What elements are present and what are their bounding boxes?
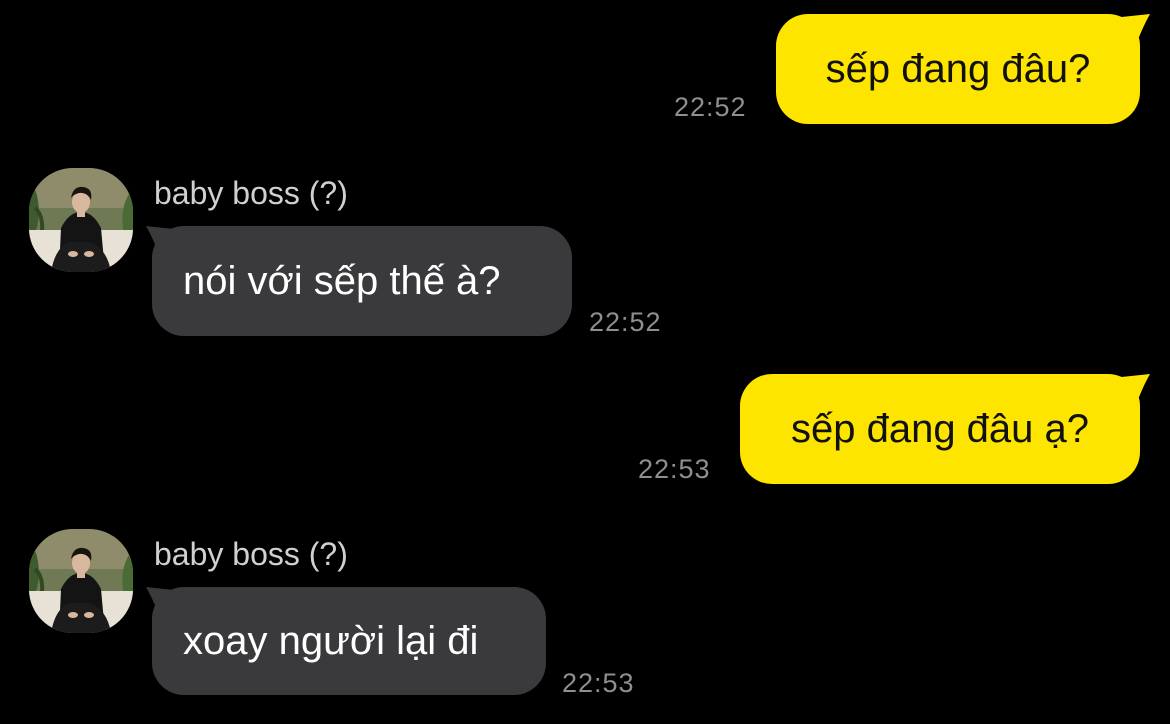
outgoing-message-bubble[interactable]: sếp đang đâu? <box>776 14 1140 124</box>
message-text: sếp đang đâu ạ? <box>790 407 1090 451</box>
sender-name: baby boss (?) <box>154 536 348 572</box>
message-timestamp: 22:52 <box>674 92 747 122</box>
profile-photo-avatar-icon <box>29 168 133 272</box>
chat-message-list[interactable]: sếp đang đâu? 22:52 baby boss (?) nói vớ… <box>0 0 1170 724</box>
message-timestamp: 22:53 <box>562 668 635 698</box>
incoming-message-bubble[interactable]: nói với sếp thế à? <box>152 226 572 336</box>
sender-name: baby boss (?) <box>154 175 348 211</box>
message-text: sếp đang đâu? <box>825 47 1091 91</box>
outgoing-message-bubble[interactable]: sếp đang đâu ạ? <box>740 374 1140 484</box>
message-timestamp: 22:53 <box>638 454 711 484</box>
message-text: xoay người lại đi <box>183 619 479 663</box>
incoming-message-bubble[interactable]: xoay người lại đi <box>152 587 546 695</box>
message-timestamp: 22:52 <box>589 307 662 337</box>
sender-avatar[interactable] <box>29 168 133 272</box>
message-text: nói với sếp thế à? <box>183 259 501 303</box>
sender-avatar[interactable] <box>29 529 133 633</box>
profile-photo-avatar-icon <box>29 529 133 633</box>
